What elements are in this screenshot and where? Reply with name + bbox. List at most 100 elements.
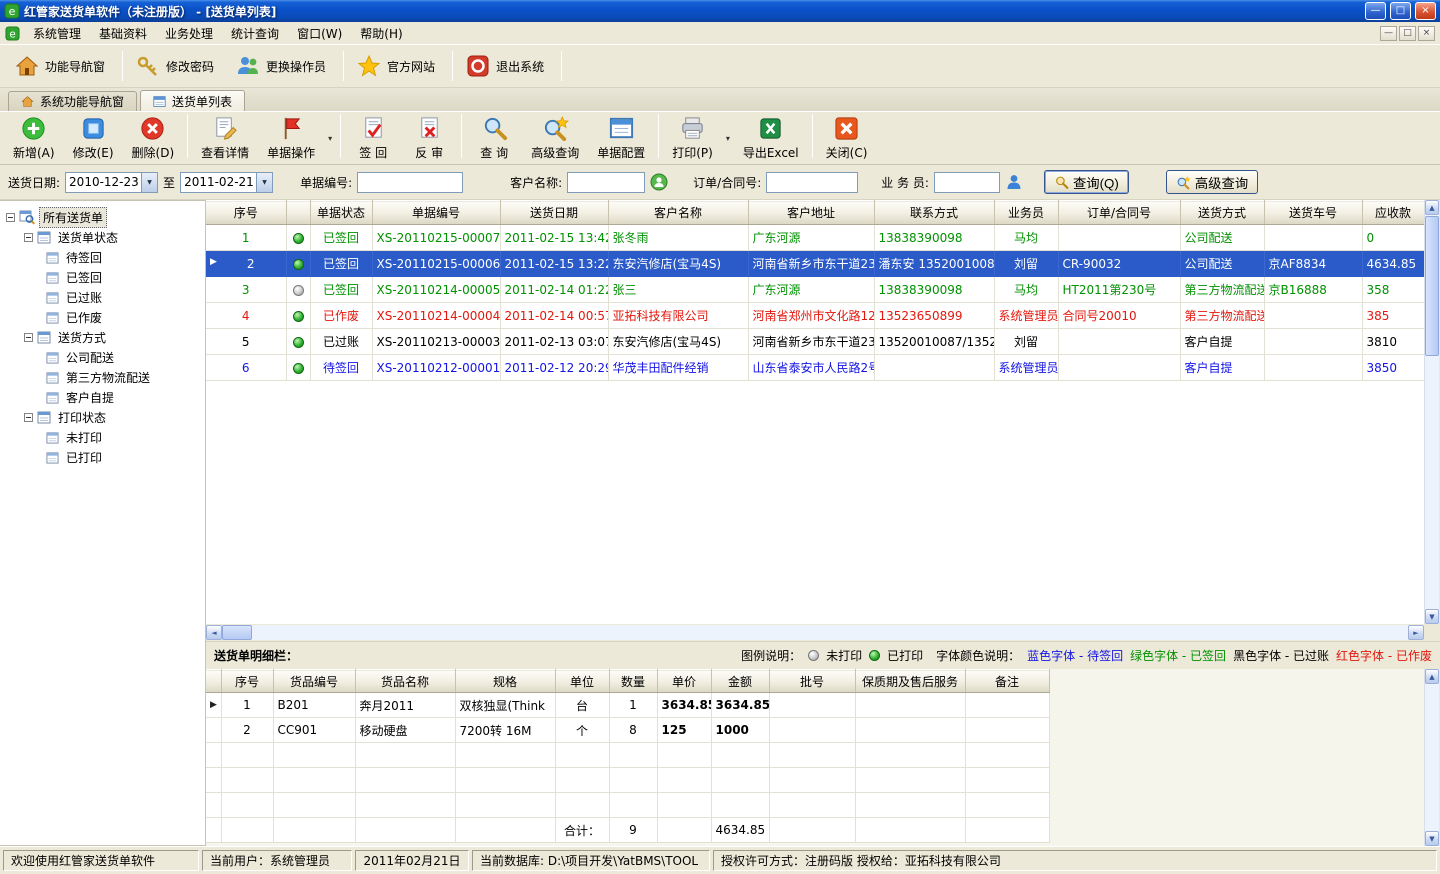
- order-no-input[interactable]: [766, 172, 858, 193]
- col-header-print-dot[interactable]: [286, 201, 310, 225]
- col-header-qty[interactable]: 数量: [609, 670, 657, 693]
- tree-group-delivery-status[interactable]: 送货单状态: [0, 227, 205, 247]
- document-config-button[interactable]: 单据配置: [588, 114, 654, 162]
- date-from-combo[interactable]: 2010-12-23 ▼: [65, 172, 158, 193]
- tree-collapse-icon[interactable]: [24, 333, 33, 342]
- close-view-button[interactable]: 关闭(C): [817, 114, 877, 162]
- delivery-row[interactable]: 1 已签回 XS-20110215-00007 2011-02-15 13:42…: [206, 225, 1424, 251]
- add-button[interactable]: 新增(A): [4, 114, 64, 162]
- date-to-combo[interactable]: 2011-02-21 ▼: [180, 172, 273, 193]
- tree-collapse-icon[interactable]: [24, 233, 33, 242]
- query-button[interactable]: 查 询: [466, 114, 522, 162]
- scrollbar-thumb[interactable]: [1425, 216, 1439, 356]
- tree-root-all-deliveries[interactable]: 所有送货单: [0, 207, 205, 227]
- delivery-row[interactable]: 6 待签回 XS-20110212-00001 2011-02-12 20:29…: [206, 355, 1424, 381]
- tab-system-navigator[interactable]: 系统功能导航窗: [8, 91, 137, 111]
- menu-item[interactable]: 帮助(H): [351, 22, 411, 45]
- sign-back-button[interactable]: 签 回: [345, 114, 401, 162]
- col-header-warranty[interactable]: 保质期及售后服务: [855, 670, 965, 693]
- delivery-horizontal-scrollbar[interactable]: ◄ ►: [206, 624, 1440, 641]
- menu-item[interactable]: 统计查询: [222, 22, 288, 45]
- switch-operator-button[interactable]: 更换操作员: [227, 47, 339, 85]
- tree-leaf-item[interactable]: 公司配送: [0, 347, 205, 367]
- delivery-vertical-scrollbar[interactable]: ▲ ▼: [1424, 200, 1439, 624]
- scroll-right-icon[interactable]: ►: [1408, 625, 1424, 640]
- col-header-seq[interactable]: 序号: [221, 670, 273, 693]
- tree-collapse-icon[interactable]: [6, 213, 15, 222]
- query-submit-button[interactable]: 查询(Q): [1044, 170, 1129, 194]
- delivery-row[interactable]: 3 已签回 XS-20110214-00005 2011-02-14 01:22…: [206, 277, 1424, 303]
- scroll-left-icon[interactable]: ◄: [206, 625, 222, 640]
- col-header-seq[interactable]: 序号: [206, 201, 286, 225]
- delivery-row[interactable]: 5 已过账 XS-20110213-00003 2011-02-13 03:07…: [206, 329, 1424, 355]
- menu-item[interactable]: 业务处理: [156, 22, 222, 45]
- tab-delivery-list[interactable]: 送货单列表: [140, 90, 245, 111]
- official-website-button[interactable]: 官方网站: [348, 47, 448, 85]
- col-header-unit[interactable]: 单位: [555, 670, 609, 693]
- mdi-minimize-button[interactable]: —: [1380, 26, 1397, 41]
- scroll-down-icon[interactable]: ▼: [1425, 831, 1439, 846]
- detail-row[interactable]: [206, 793, 1049, 818]
- reverse-audit-button[interactable]: 反 审: [401, 114, 457, 162]
- col-header-item-name[interactable]: 货品名称: [355, 670, 455, 693]
- nav-window-button[interactable]: 功能导航窗: [6, 47, 118, 85]
- col-header-address[interactable]: 客户地址: [748, 201, 874, 225]
- document-actions-button[interactable]: 单据操作: [258, 112, 324, 164]
- scroll-up-icon[interactable]: ▲: [1425, 200, 1439, 215]
- tree-leaf-item[interactable]: 已打印: [0, 447, 205, 467]
- col-header-salesman[interactable]: 业务员: [994, 201, 1058, 225]
- col-header-price[interactable]: 单价: [657, 670, 711, 693]
- dropdown-arrow-icon[interactable]: ▾: [324, 134, 336, 143]
- col-header-batch[interactable]: 批号: [769, 670, 855, 693]
- scrollbar-thumb[interactable]: [222, 625, 252, 640]
- export-excel-button[interactable]: 导出Excel: [734, 114, 808, 162]
- col-header-method[interactable]: 送货方式: [1180, 201, 1264, 225]
- col-header-bill-no[interactable]: 单据编号: [372, 201, 500, 225]
- tree-leaf-item[interactable]: 待签回: [0, 247, 205, 267]
- tree-leaf-item[interactable]: 客户自提: [0, 387, 205, 407]
- edit-button[interactable]: 修改(E): [64, 114, 123, 162]
- advanced-query-button[interactable]: 高级查询: [522, 114, 588, 162]
- detail-row[interactable]: 合计： 9 4634.85: [206, 818, 1049, 843]
- menu-item[interactable]: 系统管理: [24, 22, 90, 45]
- detail-row[interactable]: [206, 743, 1049, 768]
- customer-input[interactable]: [567, 172, 645, 193]
- col-header-item-code[interactable]: 货品编号: [273, 670, 355, 693]
- print-button[interactable]: 打印(P): [663, 112, 722, 164]
- col-header-status[interactable]: 单据状态: [310, 201, 372, 225]
- tree-leaf-item[interactable]: 已签回: [0, 267, 205, 287]
- delivery-row[interactable]: ▶2 已签回 XS-20110215-00006 2011-02-15 13:2…: [206, 251, 1424, 277]
- salesman-input[interactable]: [934, 172, 1000, 193]
- close-button[interactable]: ×: [1415, 2, 1436, 20]
- delete-button[interactable]: 删除(D): [123, 114, 184, 162]
- tree-collapse-icon[interactable]: [24, 413, 33, 422]
- col-header-date[interactable]: 送货日期: [500, 201, 608, 225]
- detail-row[interactable]: [206, 768, 1049, 793]
- col-header-customer[interactable]: 客户名称: [608, 201, 748, 225]
- tree-leaf-item[interactable]: 第三方物流配送: [0, 367, 205, 387]
- tree-group-delivery-method[interactable]: 送货方式: [0, 327, 205, 347]
- menu-item[interactable]: 窗口(W): [288, 22, 351, 45]
- restore-button[interactable]: □: [1390, 2, 1411, 20]
- advanced-query-filter-button[interactable]: 高级查询: [1166, 170, 1258, 194]
- combo-arrow-icon[interactable]: ▼: [141, 173, 157, 192]
- col-header-amount[interactable]: 金额: [711, 670, 769, 693]
- dropdown-arrow-icon[interactable]: ▾: [722, 134, 734, 143]
- salesman-lookup-icon[interactable]: [1005, 173, 1023, 191]
- col-header-vehicle[interactable]: 送货车号: [1264, 201, 1362, 225]
- combo-arrow-icon[interactable]: ▼: [256, 173, 272, 192]
- tree-group-print-status[interactable]: 打印状态: [0, 407, 205, 427]
- view-details-button[interactable]: 查看详情: [192, 114, 258, 162]
- tree-leaf-item[interactable]: 已过账: [0, 287, 205, 307]
- customer-lookup-icon[interactable]: [650, 173, 668, 191]
- col-header-amount[interactable]: 应收款: [1362, 201, 1424, 225]
- delivery-row[interactable]: 4 已作废 XS-20110214-00004 2011-02-14 00:57…: [206, 303, 1424, 329]
- scroll-up-icon[interactable]: ▲: [1425, 669, 1439, 684]
- mdi-restore-button[interactable]: □: [1399, 26, 1416, 41]
- col-header-order-no[interactable]: 订单/合同号: [1058, 201, 1180, 225]
- tree-leaf-item[interactable]: 已作废: [0, 307, 205, 327]
- col-header-contact[interactable]: 联系方式: [874, 201, 994, 225]
- change-password-button[interactable]: 修改密码: [127, 47, 227, 85]
- scroll-down-icon[interactable]: ▼: [1425, 609, 1439, 624]
- detail-vertical-scrollbar[interactable]: ▲ ▼: [1424, 669, 1439, 846]
